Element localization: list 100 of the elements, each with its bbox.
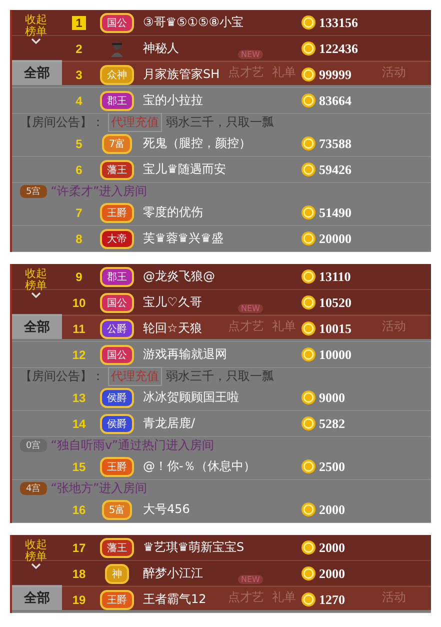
score-value: 51490 xyxy=(319,204,352,220)
rank-number: 11 xyxy=(72,322,86,336)
rank-title-badge: 大帝 xyxy=(100,228,134,248)
coin-icon xyxy=(301,41,316,56)
score-value: 1270 xyxy=(319,592,345,608)
coin-icon xyxy=(301,592,316,607)
user-name: 宝的小拉拉 xyxy=(143,92,203,109)
tab[interactable]: 全部 xyxy=(12,314,62,339)
user-name: 月家族管家SH xyxy=(143,66,220,83)
user-name: 神秘人 xyxy=(143,40,179,57)
rank-title-badge: 国公 xyxy=(100,292,134,312)
notice-label: 【房间公告】： xyxy=(20,368,104,385)
coin-icon xyxy=(301,67,316,82)
coin-icon xyxy=(301,459,316,474)
rank-number: 15 xyxy=(71,460,87,474)
tab[interactable]: 活动 xyxy=(380,60,408,85)
new-badge: NEW xyxy=(238,575,263,584)
user-name: ③哥♛⑤①⑤⑧小宝 xyxy=(143,14,244,31)
rank-number: 9 xyxy=(74,270,84,284)
rank-number: 3 xyxy=(74,68,84,82)
user-name: 大号456 xyxy=(143,501,190,518)
rank-number: 18 xyxy=(71,566,87,580)
rank-title-badge: 郡王 xyxy=(100,266,134,286)
rank-number: 12 xyxy=(71,348,87,362)
rank-title-badge: 神 xyxy=(105,564,129,584)
rank-number: 5 xyxy=(74,136,84,150)
rank-number: 19 xyxy=(71,592,87,606)
rank-title-badge: 国公 xyxy=(100,344,134,364)
rank-number: 8 xyxy=(74,232,84,246)
tab[interactable]: 全部 xyxy=(12,60,62,85)
score-value: 9000 xyxy=(319,390,345,406)
rank-title-badge: 侯爵 xyxy=(100,388,134,408)
user-name: 醉梦小江江 xyxy=(143,565,203,582)
chat-message: “张地方”进入房间 xyxy=(50,480,148,497)
user-name: 零度的优伤 xyxy=(143,204,203,221)
new-badge: NEW xyxy=(238,50,263,59)
score-value: 10000 xyxy=(319,346,352,362)
score-value: 59426 xyxy=(319,162,352,178)
tab[interactable]: 礼单 xyxy=(270,585,298,610)
user-name: 宝儿♡久哥 xyxy=(143,294,202,311)
rank-number: 17 xyxy=(71,540,87,554)
coin-icon xyxy=(301,295,316,310)
rank-number: 2 xyxy=(74,42,84,56)
coin-icon xyxy=(301,347,316,362)
score-value: 2500 xyxy=(319,458,345,474)
collapse-button[interactable]: 收起榜单 xyxy=(18,268,54,299)
user-name: 游戏再输就退网 xyxy=(143,346,227,363)
tab[interactable]: 活动 xyxy=(380,314,408,339)
notice-tag: 代理充值 xyxy=(108,113,162,132)
collapse-button[interactable]: 收起榜单 xyxy=(18,14,54,45)
level-tag: 4宫 xyxy=(20,482,47,495)
score-value: 2000 xyxy=(319,540,345,556)
user-name: 王者霸气12 xyxy=(143,591,206,608)
coin-icon xyxy=(301,390,316,405)
user-name: ♛艺琪♛萌新宝宝S xyxy=(143,539,244,556)
score-value: 2000 xyxy=(319,502,345,518)
user-name: 芙♛蓉♛兴♛盛 xyxy=(143,230,224,247)
rank-number: 16 xyxy=(71,502,87,516)
coin-icon xyxy=(301,321,316,336)
rank-number: 13 xyxy=(71,390,87,404)
user-name: 死鬼（腿控，颜控） xyxy=(143,135,251,152)
score-value: 13110 xyxy=(319,268,351,284)
tab[interactable]: 点才艺 xyxy=(226,314,266,339)
mystery-person-icon xyxy=(109,40,125,56)
rank-title-badge: 王爵 xyxy=(100,456,134,476)
rank-title-badge: 国公 xyxy=(100,12,134,32)
coin-icon xyxy=(301,231,316,246)
score-value: 122436 xyxy=(319,40,358,56)
rank-number: 4 xyxy=(74,94,84,108)
rank-title-badge: 王爵 xyxy=(100,202,134,222)
tab[interactable]: 礼单 xyxy=(270,60,298,85)
tab[interactable]: 礼单 xyxy=(270,314,298,339)
chevron-down-icon xyxy=(31,38,41,45)
rank-title-badge: 藩王 xyxy=(100,538,134,558)
rank-number: 10 xyxy=(71,296,87,310)
tab[interactable]: 点才艺 xyxy=(226,585,266,610)
rank-title-badge: 7富 xyxy=(102,134,132,154)
chat-message: “独自听雨v”通过热门进入房间 xyxy=(50,437,214,454)
rank-title-badge: 侯爵 xyxy=(100,414,134,434)
notice-label: 【房间公告】： xyxy=(20,114,104,131)
rank-title-badge: 郡王 xyxy=(100,90,134,110)
tab[interactable]: 点才艺 xyxy=(226,60,266,85)
notice-text: 弱水三千，只取一瓢 xyxy=(166,114,274,131)
coin-icon xyxy=(301,566,316,581)
score-value: 2000 xyxy=(319,566,345,582)
coin-icon xyxy=(301,269,316,284)
coin-icon xyxy=(301,162,316,177)
rank-title-badge: 王爵 xyxy=(100,590,134,610)
user-name: 轮回☆天狼 xyxy=(143,320,202,337)
rank-title-badge: 公爵 xyxy=(100,318,134,338)
rank-title-badge: 众神 xyxy=(100,64,134,84)
chat-message: “许柔才”进入房间 xyxy=(50,183,148,200)
tab[interactable]: 全部 xyxy=(12,585,62,610)
score-value: 83664 xyxy=(319,92,352,108)
user-name: @龙炎飞狼@ xyxy=(143,268,215,285)
notice-text: 弱水三千，只取一瓢 xyxy=(166,368,274,385)
tab[interactable]: 活动 xyxy=(380,585,408,610)
user-name: 宝儿♛随遇而安 xyxy=(143,161,226,178)
coin-icon xyxy=(301,416,316,431)
collapse-button[interactable]: 收起榜单 xyxy=(18,539,54,570)
